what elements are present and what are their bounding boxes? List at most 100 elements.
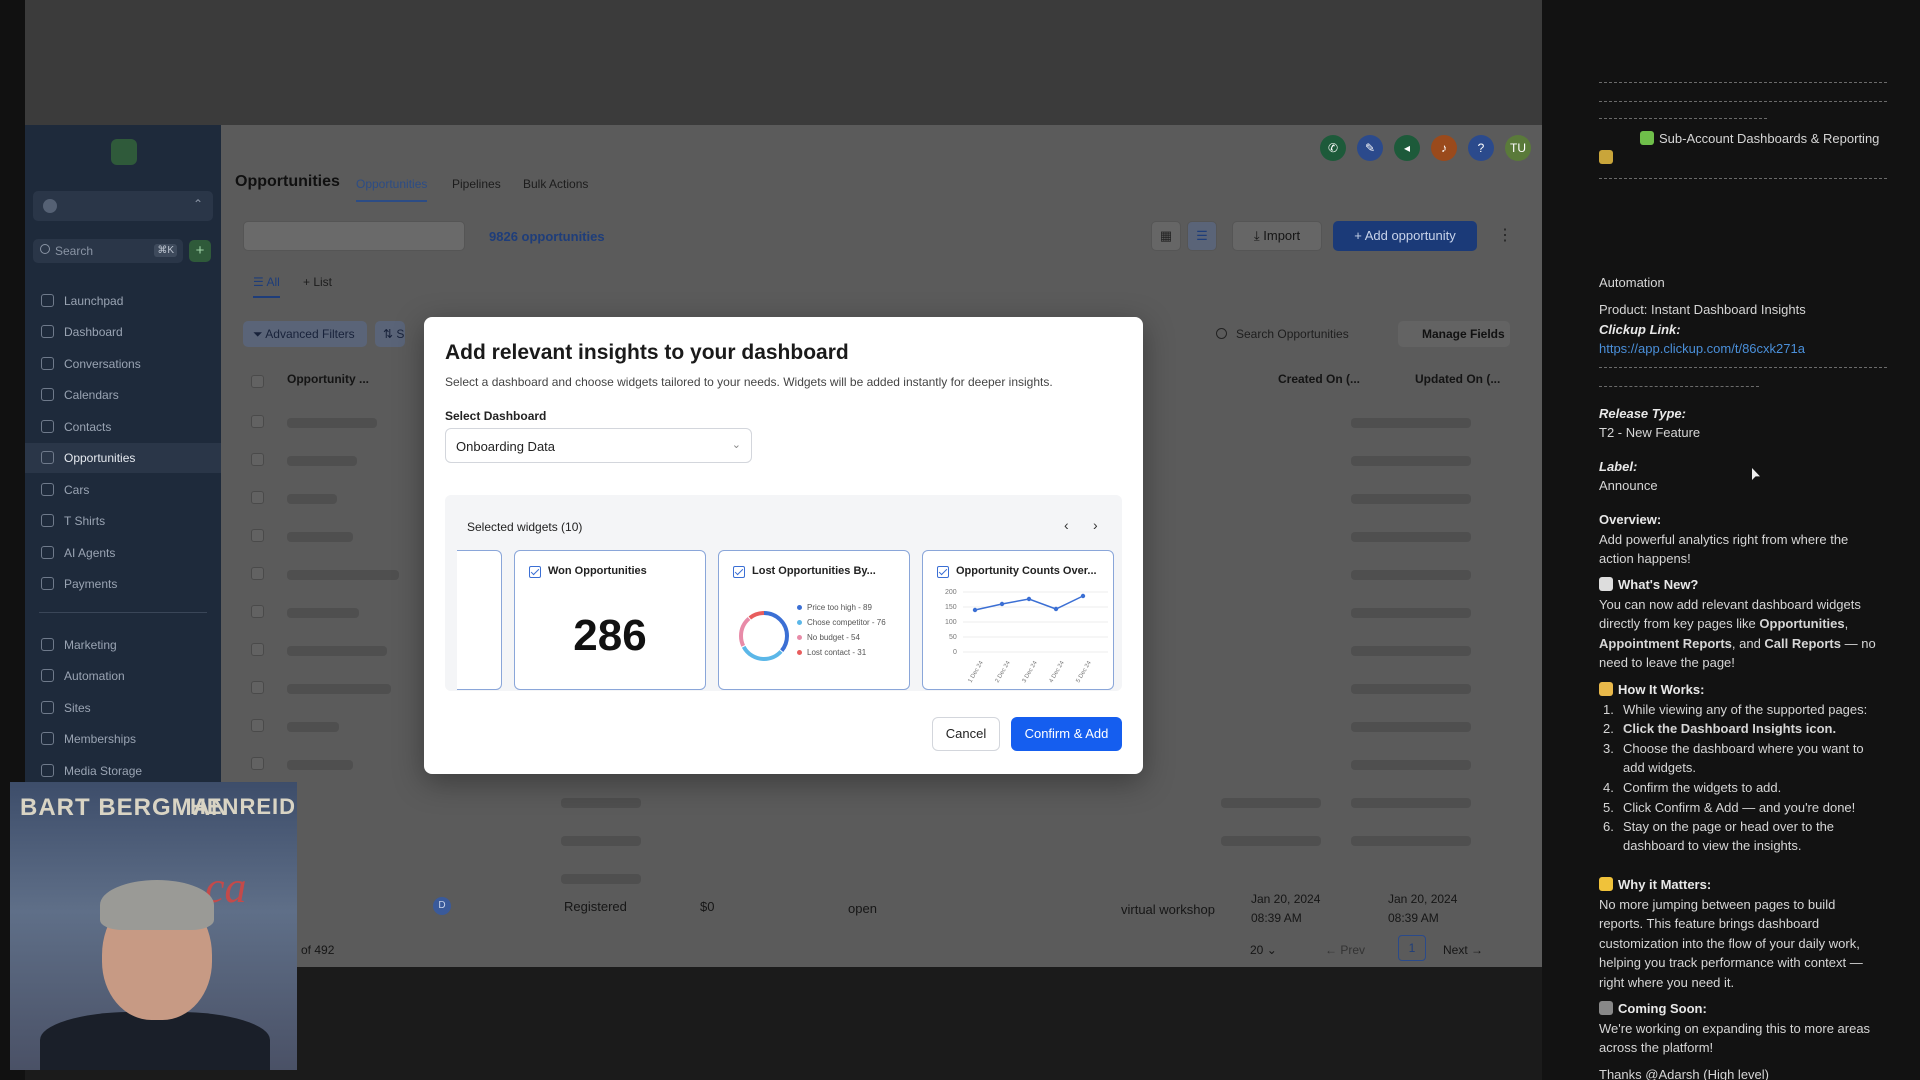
- user-avatar[interactable]: TU: [1505, 135, 1531, 161]
- table-row: [287, 760, 353, 770]
- sidebar-search[interactable]: Search ⌘K: [33, 239, 183, 263]
- created-time: 08:39 AM: [1251, 911, 1302, 925]
- chevron-left-icon[interactable]: ‹: [1064, 517, 1069, 533]
- megaphone-icon[interactable]: ◂: [1394, 135, 1420, 161]
- advanced-filters-button[interactable]: ⏷ Advanced Filters: [243, 321, 367, 347]
- globe-icon: [41, 701, 54, 714]
- confirm-add-button[interactable]: Confirm & Add: [1011, 717, 1122, 751]
- mention-link[interactable]: @Adarsh (High level): [1645, 1067, 1769, 1080]
- row-checkbox[interactable]: [251, 453, 264, 466]
- magic-icon[interactable]: ✎: [1357, 135, 1383, 161]
- account-switcher[interactable]: ⌃: [33, 191, 213, 221]
- table-row: [1351, 760, 1471, 770]
- sidebar-item-label: Media Storage: [64, 764, 143, 778]
- widget-card-won[interactable]: Won Opportunities 286: [514, 550, 706, 690]
- sidebar-item-marketing[interactable]: Marketing: [25, 630, 221, 660]
- sidebar-item-label: Automation: [64, 669, 125, 683]
- sort-button[interactable]: ⇅ S: [375, 321, 405, 347]
- y-tick: 200: [945, 589, 957, 596]
- column-header-updated[interactable]: Updated On (...: [1415, 372, 1500, 386]
- add-opportunity-button[interactable]: + Add opportunity: [1333, 221, 1477, 251]
- tab-add-list[interactable]: + List: [303, 275, 332, 289]
- sidebar-item-label: Memberships: [64, 732, 137, 746]
- manage-fields-button[interactable]: Manage Fields: [1398, 321, 1510, 347]
- sidebar-item-conversations[interactable]: Conversations: [25, 349, 221, 379]
- send-icon: [41, 638, 54, 651]
- help-icon[interactable]: ?: [1468, 135, 1494, 161]
- sidebar-item-memberships[interactable]: Memberships: [25, 724, 221, 754]
- phone-icon[interactable]: ✆: [1320, 135, 1346, 161]
- widget-checkbox[interactable]: [937, 566, 949, 578]
- row-checkbox[interactable]: [251, 415, 264, 428]
- page-title: Opportunities: [235, 173, 340, 190]
- column-header-opportunity[interactable]: Opportunity ...: [287, 372, 369, 386]
- sidebar-item-sites[interactable]: Sites: [25, 693, 221, 723]
- sidebar-item-payments[interactable]: Payments: [25, 569, 221, 599]
- next-label: Next: [1443, 943, 1468, 957]
- table-row: [1351, 570, 1471, 580]
- tab-all[interactable]: ☰ All: [253, 275, 280, 298]
- sidebar-item-label: Cars: [64, 483, 90, 497]
- widget-card-lost[interactable]: Lost Opportunities By... Price too high …: [718, 550, 910, 690]
- more-options-icon[interactable]: ⋮: [1497, 225, 1513, 245]
- row-checkbox[interactable]: [251, 605, 264, 618]
- why-text: No more jumping between pages to build: [1599, 897, 1836, 912]
- quick-add-button[interactable]: +: [189, 240, 211, 262]
- widget-card-counts[interactable]: Opportunity Counts Over... 200 150 100 5…: [922, 550, 1114, 690]
- sidebar-item-ai-agents[interactable]: AI Agents: [25, 538, 221, 568]
- select-all-checkbox[interactable]: [251, 375, 264, 388]
- tab-list-label: List: [313, 275, 333, 289]
- advanced-filters-label: Advanced Filters: [265, 327, 355, 341]
- row-checkbox[interactable]: [251, 529, 264, 542]
- dashboard-select[interactable]: Onboarding Data ⌄: [445, 428, 752, 463]
- next-page-button[interactable]: Next →: [1443, 943, 1483, 957]
- tab-pipelines[interactable]: Pipelines: [452, 177, 501, 191]
- widget-checkbox[interactable]: [733, 566, 745, 578]
- opportunity-count: 9826 opportunities: [489, 229, 605, 244]
- column-header-created[interactable]: Created On (...: [1278, 372, 1360, 386]
- why-text: reports. This feature brings dashboard: [1599, 916, 1820, 931]
- x-tick: 1 Dec 24: [968, 660, 986, 684]
- cancel-button[interactable]: Cancel: [932, 717, 1000, 751]
- row-checkbox[interactable]: [251, 643, 264, 656]
- sidebar-item-launchpad[interactable]: Launchpad: [25, 286, 221, 316]
- sidebar-item-dashboard[interactable]: Dashboard: [25, 317, 221, 347]
- page-number[interactable]: 1: [1398, 935, 1426, 961]
- sidebar-item-opportunities[interactable]: Opportunities: [25, 443, 221, 473]
- row-checkbox[interactable]: [251, 681, 264, 694]
- overview-label: Overview:: [1599, 512, 1662, 527]
- table-row: [1221, 836, 1321, 846]
- pipeline-select[interactable]: [243, 221, 465, 251]
- widget-checkbox[interactable]: [529, 566, 541, 578]
- sidebar-item-label: Sites: [64, 701, 91, 715]
- sidebar-item-automation[interactable]: Automation: [25, 661, 221, 691]
- label-value: Announce: [1599, 478, 1658, 493]
- grid-view-icon[interactable]: ▦: [1151, 221, 1181, 251]
- modal-title: Add relevant insights to your dashboard: [445, 341, 849, 364]
- row-checkbox[interactable]: [251, 719, 264, 732]
- widget-card-partial[interactable]: [457, 550, 502, 690]
- sidebar-item-calendars[interactable]: Calendars: [25, 380, 221, 410]
- clickup-link[interactable]: https://app.clickup.com/t/86cxk271a: [1599, 341, 1805, 356]
- sidebar-item-label: AI Agents: [64, 546, 116, 560]
- tab-bulk-actions[interactable]: Bulk Actions: [523, 177, 588, 191]
- row-checkbox[interactable]: [251, 757, 264, 770]
- soon-emoji-icon: [1599, 1001, 1613, 1015]
- row-checkbox[interactable]: [251, 567, 264, 580]
- sidebar-item-contacts[interactable]: Contacts: [25, 412, 221, 442]
- list-view-icon[interactable]: ☰: [1187, 221, 1217, 251]
- page-size-value: 20: [1250, 943, 1264, 957]
- import-button[interactable]: ⤓ Import: [1232, 221, 1322, 251]
- why-text: customization into the flow of your dail…: [1599, 936, 1860, 951]
- tab-opportunities[interactable]: Opportunities: [356, 177, 428, 202]
- chat-icon: [41, 357, 54, 370]
- search-opportunities-input[interactable]: Search Opportunities: [1208, 321, 1360, 347]
- chevron-right-icon[interactable]: ›: [1093, 517, 1098, 533]
- sidebar-item-cars[interactable]: Cars: [25, 475, 221, 505]
- page-size-select[interactable]: 20 ⌄: [1250, 943, 1277, 957]
- sidebar-item-tshirts[interactable]: T Shirts: [25, 506, 221, 536]
- eyes-emoji-icon: [1599, 577, 1613, 591]
- row-checkbox[interactable]: [251, 491, 264, 504]
- prev-page-button[interactable]: ← Prev: [1325, 943, 1365, 957]
- bell-icon[interactable]: ♪: [1431, 135, 1457, 161]
